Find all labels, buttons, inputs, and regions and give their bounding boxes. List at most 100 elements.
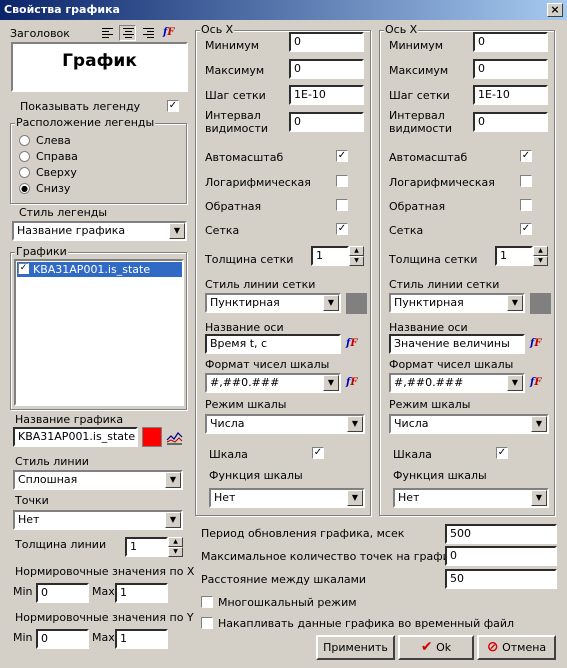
radio-bottom[interactable]: ● xyxy=(19,183,30,194)
axis-max-label: Максимум xyxy=(389,64,449,77)
graph-name-field[interactable]: KBA31AP001.is_state xyxy=(13,427,138,447)
norm-x-min-field[interactable]: 0 xyxy=(36,583,89,603)
font-icon[interactable]: fF xyxy=(346,338,357,349)
scale-mode-select-value: Числа xyxy=(394,417,429,430)
chevron-down-icon[interactable]: ▼ xyxy=(347,416,363,432)
scale-distance-field[interactable]: 50 xyxy=(445,569,557,589)
apply-button[interactable]: Применить xyxy=(316,635,395,660)
scale-mode-select[interactable]: Числа ▼ xyxy=(389,414,549,434)
cancel-button[interactable]: ⊘ Отмена xyxy=(477,635,556,660)
scale-func-select[interactable]: Нет ▼ xyxy=(393,488,549,508)
axis-min-field[interactable]: 0 xyxy=(289,32,364,52)
chevron-down-icon[interactable]: ▼ xyxy=(169,223,185,239)
axis-name-field[interactable]: Время t, с xyxy=(205,334,341,354)
log-checkbox[interactable] xyxy=(520,175,532,187)
graph-checkbox[interactable]: ✓ xyxy=(18,263,29,274)
norm-y-max-field[interactable]: 1 xyxy=(115,629,168,649)
radio-top-label: Сверху xyxy=(36,166,77,179)
log-checkbox[interactable] xyxy=(336,175,348,187)
autoscale-checkbox[interactable]: ✓ xyxy=(520,150,532,162)
axis-panel-title: Ось X xyxy=(384,23,419,36)
grid-style-select[interactable]: Пунктирная ▼ xyxy=(389,293,525,313)
font-icon[interactable]: fF xyxy=(163,27,174,38)
line-width-spinner[interactable]: ▲ ▼ xyxy=(168,537,183,557)
norm-x-max-field[interactable]: 1 xyxy=(115,583,168,603)
align-center-icon[interactable] xyxy=(119,25,136,41)
reverse-checkbox[interactable] xyxy=(336,199,348,211)
grid-step-field[interactable]: 1E-10 xyxy=(473,85,548,105)
chevron-down-icon[interactable]: ▼ xyxy=(531,490,547,506)
spin-down-icon[interactable]: ▼ xyxy=(349,256,364,266)
chart-icon[interactable] xyxy=(166,428,183,445)
radio-right[interactable] xyxy=(19,151,30,162)
chevron-down-icon[interactable]: ▼ xyxy=(507,295,523,311)
radio-left[interactable] xyxy=(19,135,30,146)
chevron-down-icon[interactable]: ▼ xyxy=(323,295,339,311)
chevron-down-icon[interactable]: ▼ xyxy=(165,512,181,528)
spin-down-icon[interactable]: ▼ xyxy=(533,256,548,266)
chevron-down-icon[interactable]: ▼ xyxy=(165,472,181,488)
spin-up-icon[interactable]: ▲ xyxy=(349,246,364,256)
graph-name: KBA31AP001.is_state xyxy=(33,263,151,276)
scale-checkbox[interactable]: ✓ xyxy=(312,447,324,459)
vis-interval-field[interactable]: 0 xyxy=(289,112,364,132)
check-icon: ✓ xyxy=(168,100,178,111)
grid-width-field[interactable]: 1 xyxy=(311,246,349,266)
axis-min-field[interactable]: 0 xyxy=(473,32,548,52)
multiscale-checkbox[interactable] xyxy=(201,596,213,608)
accumulate-checkbox[interactable] xyxy=(201,617,213,629)
font-icon[interactable]: fF xyxy=(530,377,541,388)
norm-y-min-field[interactable]: 0 xyxy=(36,629,89,649)
grid-color-swatch[interactable] xyxy=(346,293,367,314)
chevron-down-icon[interactable]: ▼ xyxy=(531,416,547,432)
font-icon[interactable]: fF xyxy=(530,338,541,349)
close-button[interactable]: × xyxy=(547,3,563,17)
ok-button[interactable]: ✔ Ok xyxy=(398,635,474,660)
number-format-select[interactable]: #,##0.### ▼ xyxy=(389,373,525,393)
radio-top[interactable] xyxy=(19,167,30,178)
spin-up-icon[interactable]: ▲ xyxy=(168,537,183,547)
chart-title-textbox[interactable]: График xyxy=(11,42,188,92)
points-select[interactable]: Нет ▼ xyxy=(13,510,183,530)
spin-up-icon[interactable]: ▲ xyxy=(533,246,548,256)
grid-style-select[interactable]: Пунктирная ▼ xyxy=(205,293,341,313)
graphs-list[interactable]: ✓ KBA31AP001.is_state xyxy=(14,259,184,406)
line-width-field[interactable]: 1 xyxy=(125,537,168,557)
show-legend-checkbox[interactable]: ✓ xyxy=(167,100,179,112)
check-icon: ✓ xyxy=(19,263,28,273)
align-right-icon[interactable] xyxy=(142,27,155,39)
reverse-checkbox[interactable] xyxy=(520,199,532,211)
grid-checkbox[interactable]: ✓ xyxy=(520,223,532,235)
line-style-select[interactable]: Сплошная ▼ xyxy=(13,470,183,490)
font-icon[interactable]: fF xyxy=(346,377,357,388)
update-period-field[interactable]: 500 xyxy=(445,524,557,544)
axis-max-field[interactable]: 0 xyxy=(473,59,548,79)
legend-style-select[interactable]: Название графика ▼ xyxy=(12,221,187,241)
chevron-down-icon[interactable]: ▼ xyxy=(323,375,339,391)
grid-width-field[interactable]: 1 xyxy=(495,246,533,266)
axis-max-field[interactable]: 0 xyxy=(289,59,364,79)
axis-name-field[interactable]: Значение величины xyxy=(389,334,525,354)
list-item[interactable]: ✓ KBA31AP001.is_state xyxy=(17,262,182,277)
grid-width-spinner[interactable]: ▲ ▼ xyxy=(533,246,548,266)
chevron-down-icon[interactable]: ▼ xyxy=(347,490,363,506)
align-left-icon[interactable] xyxy=(101,27,114,39)
number-format-select[interactable]: #,##0.### ▼ xyxy=(205,373,341,393)
legend-style-value: Название графика xyxy=(17,224,126,237)
max-points-field[interactable]: 0 xyxy=(445,546,557,566)
scale-checkbox[interactable]: ✓ xyxy=(496,447,508,459)
scale-func-select[interactable]: Нет ▼ xyxy=(209,488,365,508)
grid-color-swatch[interactable] xyxy=(530,293,551,314)
grid-width-spinner[interactable]: ▲ ▼ xyxy=(349,246,364,266)
number-format-label: Формат чисел шкалы xyxy=(205,358,330,371)
vis-interval-field[interactable]: 0 xyxy=(473,112,548,132)
scale-func-select-value: Нет xyxy=(214,491,236,504)
spin-down-icon[interactable]: ▼ xyxy=(168,547,183,557)
legend-style-label: Стиль легенды xyxy=(19,206,108,219)
autoscale-checkbox[interactable]: ✓ xyxy=(336,150,348,162)
grid-step-field[interactable]: 1E-10 xyxy=(289,85,364,105)
chevron-down-icon[interactable]: ▼ xyxy=(507,375,523,391)
graph-color-swatch[interactable] xyxy=(142,427,162,447)
grid-checkbox[interactable]: ✓ xyxy=(336,223,348,235)
scale-mode-select[interactable]: Числа ▼ xyxy=(205,414,365,434)
